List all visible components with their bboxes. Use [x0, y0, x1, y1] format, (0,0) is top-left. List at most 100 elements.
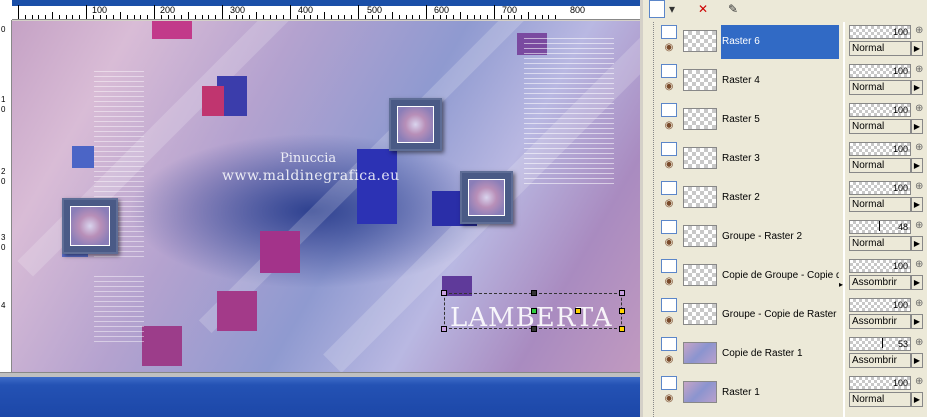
chevron-down-icon[interactable]: ▾ — [667, 0, 677, 18]
ruler-tick — [18, 5, 19, 19]
eye-icon[interactable]: ◉ — [661, 277, 677, 287]
ruler-tick — [215, 15, 217, 19]
eye-icon[interactable]: ◉ — [661, 355, 677, 365]
blend-mode-select[interactable]: Normal — [849, 392, 911, 407]
layer-name[interactable]: Raster 6 — [721, 25, 839, 59]
chevron-right-icon[interactable]: ▶ — [911, 275, 923, 290]
eye-icon[interactable]: ◉ — [661, 394, 677, 404]
layer-row[interactable]: ◉ Raster 6 — [649, 22, 839, 61]
chevron-right-icon[interactable]: ▶ — [911, 41, 923, 56]
opacity-slider[interactable]: 100 — [849, 259, 911, 273]
eye-icon[interactable]: ◉ — [661, 160, 677, 170]
blend-mode-select[interactable]: Assombrir — [849, 353, 911, 368]
blend-mode-select[interactable]: Normal — [849, 80, 911, 95]
eye-icon[interactable]: ◉ — [661, 238, 677, 248]
chevron-right-icon[interactable]: ▶ — [911, 119, 923, 134]
raster-layer-icon — [661, 259, 677, 273]
lock-icon[interactable]: ⊕ — [915, 25, 927, 37]
blend-mode-select[interactable]: Assombrir — [849, 314, 911, 329]
eye-icon[interactable]: ◉ — [661, 43, 677, 53]
layer-row[interactable]: ◉ Copie de Raster 1 — [649, 334, 839, 373]
lock-icon[interactable]: ⊕ — [915, 64, 927, 76]
selection-handle[interactable] — [619, 326, 625, 332]
ruler-tick — [208, 15, 210, 19]
blend-mode-select[interactable]: Assombrir — [849, 275, 911, 290]
chevron-right-icon[interactable]: ▶ — [911, 353, 923, 368]
chevron-right-icon[interactable]: ▶ — [911, 392, 923, 407]
opacity-slider[interactable]: 48 — [849, 220, 911, 234]
layer-name[interactable]: Groupe - Copie de Raster 1 — [721, 298, 839, 332]
delete-layer-icon[interactable]: ✕ — [693, 0, 713, 18]
layer-name[interactable]: Copie de Raster 1 — [721, 337, 839, 371]
blend-mode-select[interactable]: Normal — [849, 158, 911, 173]
lock-icon[interactable]: ⊕ — [915, 142, 927, 154]
chevron-right-icon[interactable]: ▶ — [911, 236, 923, 251]
opacity-slider[interactable]: 100 — [849, 298, 911, 312]
selection-marquee[interactable] — [441, 290, 625, 332]
layer-row[interactable]: ◉ Raster 2 — [649, 178, 839, 217]
eye-icon[interactable]: ◉ — [661, 82, 677, 92]
rotation-pivot-handle[interactable] — [531, 308, 537, 314]
layer-name[interactable]: Copie de Groupe - Copie de — [721, 259, 839, 293]
lock-icon[interactable]: ⊕ — [915, 337, 927, 349]
eye-icon[interactable]: ◉ — [661, 316, 677, 326]
chevron-right-icon[interactable]: ▶ — [911, 314, 923, 329]
layer-name[interactable]: Groupe - Raster 2 — [721, 220, 839, 254]
opacity-pin[interactable] — [882, 338, 883, 348]
lock-icon[interactable]: ⊕ — [915, 259, 927, 271]
layer-row[interactable]: ◉ Raster 3 — [649, 139, 839, 178]
opacity-slider[interactable]: 100 — [849, 376, 911, 390]
layer-name[interactable]: Raster 3 — [721, 142, 839, 176]
opacity-slider[interactable]: 100 — [849, 142, 911, 156]
layer-row[interactable]: ◉ Raster 4 — [649, 61, 839, 100]
layer-row[interactable]: ◉ Raster 5 — [649, 100, 839, 139]
selection-handle[interactable] — [619, 308, 625, 314]
opacity-slider[interactable]: 100 — [849, 64, 911, 78]
lock-icon[interactable]: ⊕ — [915, 220, 927, 232]
chevron-right-icon[interactable]: ▶ — [911, 80, 923, 95]
layer-name[interactable]: Raster 2 — [721, 181, 839, 215]
image-canvas[interactable]: Pinuccia www.maldinegrafica.eu LAMBERTA — [12, 21, 640, 372]
ruler-tick — [58, 15, 60, 19]
ruler-tick — [167, 15, 169, 19]
lock-icon[interactable]: ⊕ — [915, 103, 927, 115]
layer-name[interactable]: Raster 5 — [721, 103, 839, 137]
selection-handle[interactable] — [531, 290, 537, 296]
selection-handle[interactable] — [441, 326, 447, 332]
opacity-pin[interactable] — [879, 221, 880, 231]
blend-mode-select[interactable]: Normal — [849, 236, 911, 251]
lock-icon[interactable]: ⊕ — [915, 298, 927, 310]
ruler-tick — [378, 15, 380, 19]
lock-icon[interactable]: ⊕ — [915, 181, 927, 193]
raster-layer-icon — [661, 376, 677, 390]
ruler-tick — [514, 15, 516, 19]
blend-mode-select[interactable]: Normal — [849, 197, 911, 212]
ruler-tick — [500, 15, 502, 19]
layer-name[interactable]: Raster 4 — [721, 64, 839, 98]
ruler-label: 800 — [570, 5, 586, 15]
layer-row[interactable]: ◉ Copie de Groupe - Copie de — [649, 256, 839, 295]
layer-row[interactable]: ◉ Groupe - Raster 2 — [649, 217, 839, 256]
layer-row[interactable]: ◉ Groupe - Copie de Raster 1 — [649, 295, 839, 334]
eye-icon[interactable]: ◉ — [661, 199, 677, 209]
rotation-handle[interactable] — [575, 308, 581, 314]
layer-row[interactable]: ◉ Raster 1 — [649, 373, 839, 412]
blend-mode-select[interactable]: Normal — [849, 41, 911, 56]
blend-mode-select[interactable]: Normal — [849, 119, 911, 134]
layer-properties-row: 48 ⊕ Normal ▶ — [845, 217, 927, 256]
ruler-tick — [126, 15, 128, 19]
mask-icon[interactable]: ✎ — [723, 0, 743, 18]
opacity-slider[interactable]: 100 — [849, 103, 911, 117]
chevron-right-icon[interactable]: ▶ — [911, 158, 923, 173]
selection-handle[interactable] — [531, 326, 537, 332]
opacity-slider[interactable]: 53 — [849, 337, 911, 351]
lock-icon[interactable]: ⊕ — [915, 376, 927, 388]
opacity-slider[interactable]: 100 — [849, 181, 911, 195]
selection-handle[interactable] — [441, 290, 447, 296]
eye-icon[interactable]: ◉ — [661, 121, 677, 131]
opacity-slider[interactable]: 100 — [849, 25, 911, 39]
layer-name[interactable]: Raster 1 — [721, 376, 839, 410]
layer-icon[interactable] — [649, 0, 665, 18]
chevron-right-icon[interactable]: ▶ — [911, 197, 923, 212]
selection-handle[interactable] — [619, 290, 625, 296]
